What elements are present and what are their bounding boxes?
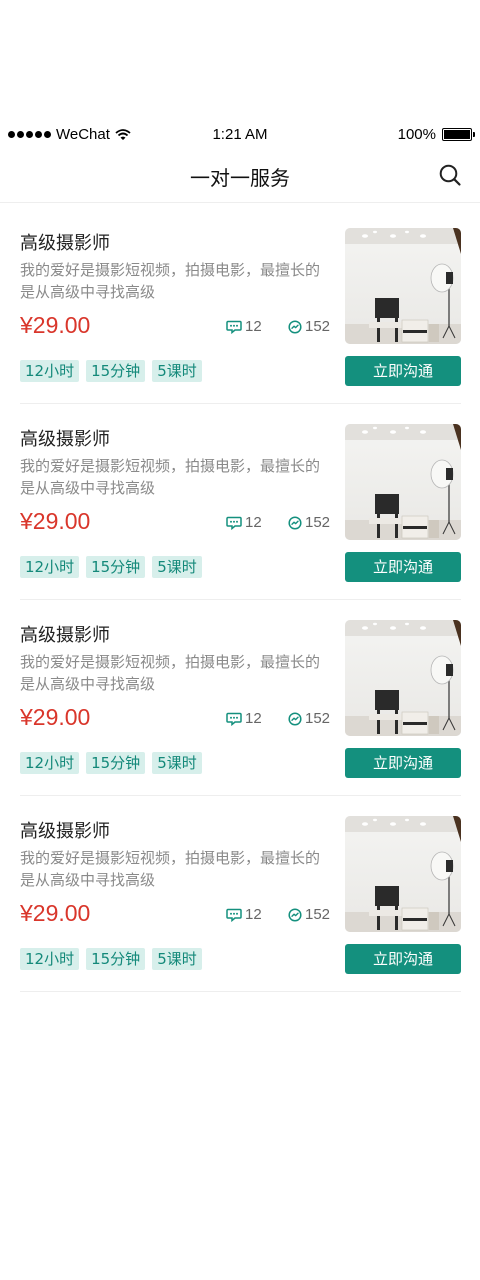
service-description: 我的爱好是摄影短视频，拍摄电影，最擅长的是从高级中寻找高级	[20, 849, 321, 889]
photo-studio-image[interactable]	[345, 228, 461, 344]
service-price: ¥29.00	[20, 704, 91, 730]
service-description: 我的爱好是摄影短视频，拍摄电影，最擅长的是从高级中寻找高级	[20, 653, 321, 693]
view-count: 152	[288, 906, 330, 923]
service-name: 高级摄影师	[20, 429, 110, 450]
tag-lessons: 5课时	[152, 752, 202, 774]
tag-list: 12小时 15分钟 5课时	[20, 556, 202, 578]
contact-button[interactable]: 立即沟通	[345, 748, 461, 778]
service-name: 高级摄影师	[20, 821, 110, 842]
tag-lessons: 5课时	[152, 360, 202, 382]
tag-session: 15分钟	[86, 752, 146, 774]
tag-duration: 12小时	[20, 360, 80, 382]
service-card[interactable]: 高级摄影师 我的爱好是摄影短视频，拍摄电影，最擅长的是从高级中寻找高级 ¥29.…	[20, 404, 461, 600]
page-title: 一对一服务	[190, 166, 290, 190]
view-count-value: 152	[305, 514, 331, 531]
trend-icon	[288, 319, 302, 334]
service-list: 高级摄影师 我的爱好是摄影短视频，拍摄电影，最擅长的是从高级中寻找高级 ¥29.…	[20, 208, 461, 992]
comment-count-value: 12	[245, 514, 262, 531]
service-card[interactable]: 高级摄影师 我的爱好是摄影短视频，拍摄电影，最擅长的是从高级中寻找高级 ¥29.…	[20, 208, 461, 404]
tag-lessons: 5课时	[152, 948, 202, 970]
tag-session: 15分钟	[86, 360, 146, 382]
service-description: 我的爱好是摄影短视频，拍摄电影，最擅长的是从高级中寻找高级	[20, 457, 321, 497]
comment-icon	[226, 320, 242, 334]
service-name: 高级摄影师	[20, 625, 110, 646]
contact-button[interactable]: 立即沟通	[345, 356, 461, 386]
comment-count-value: 12	[245, 318, 262, 335]
view-count-value: 152	[305, 710, 331, 727]
tag-lessons: 5课时	[152, 556, 202, 578]
service-description: 我的爱好是摄影短视频，拍摄电影，最擅长的是从高级中寻找高级	[20, 261, 321, 301]
tag-session: 15分钟	[86, 948, 146, 970]
nav-bar: 一对一服务	[0, 150, 480, 203]
comment-count-value: 12	[245, 710, 262, 727]
service-price: ¥29.00	[20, 900, 91, 926]
tag-duration: 12小时	[20, 556, 80, 578]
comment-icon	[226, 516, 242, 530]
comment-count: 12	[226, 710, 262, 727]
battery-group: 100%	[397, 126, 475, 143]
comment-count: 12	[226, 906, 262, 923]
service-price: ¥29.00	[20, 508, 91, 534]
tag-list: 12小时 15分钟 5课时	[20, 752, 202, 774]
service-name: 高级摄影师	[20, 233, 110, 254]
view-count: 152	[288, 710, 330, 727]
photo-studio-image[interactable]	[345, 816, 461, 932]
battery-icon	[442, 128, 475, 141]
service-price: ¥29.00	[20, 312, 91, 338]
view-count: 152	[288, 318, 330, 335]
contact-button[interactable]: 立即沟通	[345, 552, 461, 582]
comment-count: 12	[226, 318, 262, 335]
status-bar: WeChat 1:21 AM 100%	[0, 124, 480, 146]
service-card[interactable]: 高级摄影师 我的爱好是摄影短视频，拍摄电影，最擅长的是从高级中寻找高级 ¥29.…	[20, 600, 461, 796]
tag-session: 15分钟	[86, 556, 146, 578]
view-count-value: 152	[305, 906, 331, 923]
tag-list: 12小时 15分钟 5课时	[20, 360, 202, 382]
comment-icon	[226, 712, 242, 726]
trend-icon	[288, 711, 302, 726]
trend-icon	[288, 515, 302, 530]
comment-count: 12	[226, 514, 262, 531]
view-count: 152	[288, 514, 330, 531]
battery-label: 100%	[397, 126, 436, 143]
view-count-value: 152	[305, 318, 331, 335]
tag-duration: 12小时	[20, 752, 80, 774]
search-icon[interactable]	[438, 163, 462, 187]
tag-duration: 12小时	[20, 948, 80, 970]
trend-icon	[288, 907, 302, 922]
contact-button[interactable]: 立即沟通	[345, 944, 461, 974]
tag-list: 12小时 15分钟 5课时	[20, 948, 202, 970]
comment-icon	[226, 908, 242, 922]
service-card[interactable]: 高级摄影师 我的爱好是摄影短视频，拍摄电影，最擅长的是从高级中寻找高级 ¥29.…	[20, 796, 461, 992]
photo-studio-image[interactable]	[345, 424, 461, 540]
comment-count-value: 12	[245, 906, 262, 923]
photo-studio-image[interactable]	[345, 620, 461, 736]
